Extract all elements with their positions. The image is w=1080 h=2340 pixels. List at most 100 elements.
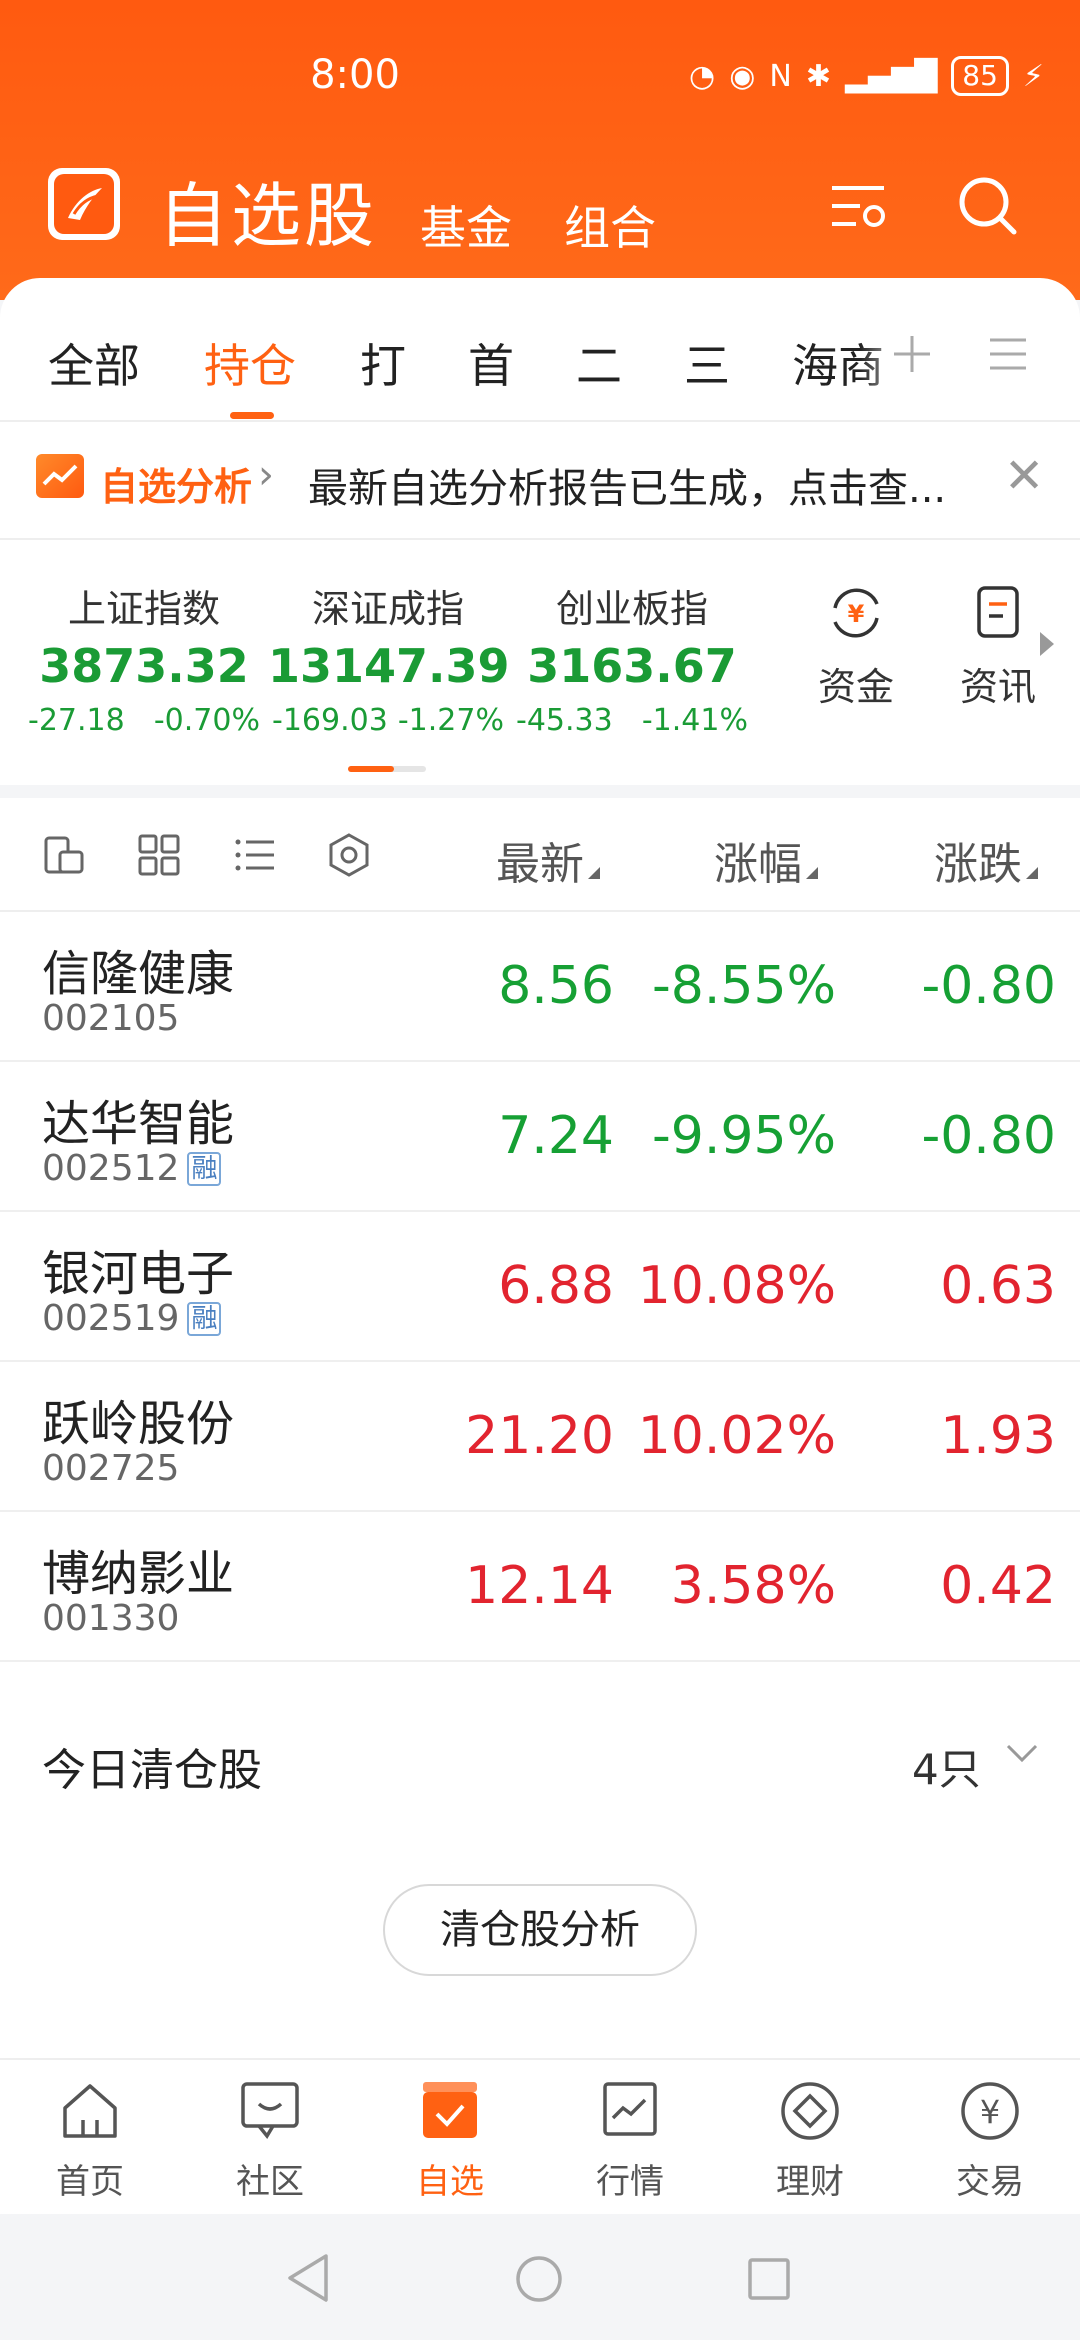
scroll-right-icon[interactable] bbox=[1040, 632, 1054, 656]
scroll-indicator bbox=[348, 766, 426, 772]
stock-price: 8.56 bbox=[498, 956, 614, 1016]
app-logo[interactable] bbox=[48, 168, 120, 240]
active-tab-indicator bbox=[230, 412, 274, 419]
quick-link-label: 资讯 bbox=[959, 665, 1036, 709]
banner-label: 自选分析 bbox=[100, 465, 253, 509]
stock-code: 001330 bbox=[42, 1598, 180, 1639]
section-gap bbox=[0, 785, 1080, 798]
nav-wealth[interactable]: 理财 bbox=[720, 2078, 900, 2203]
stock-code: 002512 融 bbox=[42, 1148, 222, 1189]
nav-home[interactable]: 首页 bbox=[0, 2078, 180, 2203]
trend-chart-icon bbox=[36, 454, 84, 498]
back-icon[interactable] bbox=[284, 2252, 332, 2304]
stock-name: 银河电子 bbox=[42, 1246, 235, 1302]
stock-price: 21.20 bbox=[465, 1406, 614, 1466]
list-header: 最新 涨幅 涨跌 bbox=[0, 798, 1080, 912]
group-tabs: 全部 持仓 打 首 二 三 海商 bbox=[0, 278, 1080, 420]
stock-name: 跃岭股份 bbox=[42, 1396, 235, 1452]
index-value: 3163.67 bbox=[527, 639, 737, 693]
stock-change: 0.63 bbox=[940, 1256, 1056, 1316]
search-icon[interactable] bbox=[956, 174, 1020, 238]
page-title[interactable]: 自选股 bbox=[158, 160, 377, 261]
index-card-shenzhen[interactable]: 深证成指 13147.39 -169.03 -1.27% bbox=[268, 578, 510, 738]
diamond-icon bbox=[781, 2082, 839, 2140]
index-card-chinext[interactable]: 创业板指 3163.67 -45.33 -1.41% bbox=[512, 578, 752, 738]
recents-icon[interactable] bbox=[746, 2256, 792, 2302]
tab-portfolio[interactable]: 组合 bbox=[564, 192, 656, 258]
eye-icon: ◉ bbox=[729, 58, 756, 94]
stock-list: 最新 涨幅 涨跌 信隆健康 002105 8.56 -8.55% -0.80 达华智能 00… bbox=[0, 798, 1080, 1662]
stock-pct: -9.95% bbox=[652, 1106, 836, 1166]
group-tab-holdings[interactable]: 持仓 bbox=[204, 330, 296, 396]
stock-price: 12.14 bbox=[465, 1556, 614, 1616]
banner-text: 最新自选分析报告已生成，点击查... bbox=[308, 466, 947, 512]
stock-change: -0.80 bbox=[921, 956, 1056, 1016]
yuan-refresh-icon: ¥ bbox=[833, 588, 879, 638]
nav-label: 交易 bbox=[956, 2162, 1024, 2202]
market-indices: 上证指数 3873.32 -27.18 -0.70% 深证成指 13147.39 … bbox=[0, 540, 1080, 785]
chart-icon bbox=[603, 2082, 657, 2136]
nfc-icon: N bbox=[769, 58, 792, 94]
quick-link-label: 资金 bbox=[817, 665, 894, 709]
signal-icon: ▂▄▆█ bbox=[844, 58, 938, 94]
nav-label: 行情 bbox=[596, 2162, 664, 2202]
group-tab-all[interactable]: 全部 bbox=[48, 330, 140, 396]
nav-trade[interactable]: ¥ 交易 bbox=[900, 2078, 1080, 2203]
menu-icon[interactable] bbox=[988, 334, 1028, 374]
nav-market[interactable]: 行情 bbox=[540, 2078, 720, 2203]
list-view-icon[interactable] bbox=[232, 832, 278, 878]
add-group-icon[interactable] bbox=[890, 332, 934, 376]
table-row[interactable]: 跃岭股份 002725 21.20 10.02% 1.93 bbox=[0, 1362, 1080, 1512]
close-icon[interactable]: ✕ bbox=[1004, 448, 1044, 504]
table-row[interactable]: 信隆健康 002105 8.56 -8.55% -0.80 bbox=[0, 912, 1080, 1062]
margin-badge: 融 bbox=[187, 1301, 222, 1336]
tab-fund[interactable]: 基金 bbox=[420, 192, 512, 258]
nav-community[interactable]: 社区 bbox=[180, 2078, 360, 2203]
grid-view-icon[interactable] bbox=[136, 832, 182, 878]
table-row[interactable]: 银河电子 002519 融 6.88 10.08% 0.63 bbox=[0, 1212, 1080, 1362]
stock-name: 达华智能 bbox=[42, 1096, 235, 1152]
table-row[interactable]: 博纳影业 001330 12.14 3.58% 0.42 bbox=[0, 1512, 1080, 1662]
cleared-stocks-row[interactable]: 今日清仓股 4只 bbox=[0, 1688, 1080, 1836]
group-tab-san[interactable]: 三 bbox=[684, 330, 730, 396]
stock-change: 1.93 bbox=[940, 1406, 1056, 1466]
quick-link-capital[interactable]: ¥ 资金 bbox=[796, 584, 916, 711]
home-circle-icon[interactable] bbox=[514, 2254, 564, 2304]
stock-change: -0.80 bbox=[921, 1106, 1056, 1166]
document-icon bbox=[977, 586, 1019, 638]
column-header-pct[interactable]: 涨幅 bbox=[714, 828, 818, 892]
index-change: -45.33 -1.41% bbox=[516, 703, 748, 738]
index-change: -169.03 -1.27% bbox=[272, 703, 504, 738]
bottom-nav: 首页 社区 自选 行情 理财 ¥ 交易 bbox=[0, 2058, 1080, 2214]
nav-label: 自选 bbox=[416, 2162, 484, 2202]
yuan-circle-icon: ¥ bbox=[961, 2082, 1019, 2140]
column-header-change[interactable]: 涨跌 bbox=[934, 828, 1038, 892]
cleared-analysis-button[interactable]: 清仓股分析 bbox=[383, 1884, 697, 1976]
battery-icon: 85 bbox=[951, 56, 1009, 96]
index-name: 深证成指 bbox=[311, 587, 464, 631]
stock-code: 002725 bbox=[42, 1448, 180, 1489]
cleared-label: 今日清仓股 bbox=[42, 1745, 262, 1796]
charging-icon: ⚡ bbox=[1022, 58, 1044, 94]
index-card-shanghai[interactable]: 上证指数 3873.32 -27.18 -0.70% bbox=[24, 578, 264, 738]
index-value: 13147.39 bbox=[268, 639, 510, 693]
stock-price: 6.88 bbox=[498, 1256, 614, 1316]
list-settings-icon[interactable] bbox=[826, 174, 890, 238]
stock-pct: 10.08% bbox=[637, 1256, 836, 1316]
margin-badge: 融 bbox=[187, 1151, 222, 1186]
group-tab-da[interactable]: 打 bbox=[360, 330, 406, 396]
stock-change: 0.42 bbox=[940, 1556, 1056, 1616]
column-header-latest[interactable]: 最新 bbox=[496, 828, 600, 892]
card-view-icon[interactable] bbox=[42, 832, 88, 878]
group-tab-er[interactable]: 二 bbox=[576, 330, 622, 396]
nav-watchlist[interactable]: 自选 bbox=[360, 2078, 540, 2203]
hexagon-settings-icon[interactable] bbox=[326, 832, 372, 878]
group-tab-shou[interactable]: 首 bbox=[468, 330, 514, 396]
home-icon bbox=[63, 2084, 117, 2138]
analysis-banner[interactable]: 自选分析 › 最新自选分析报告已生成，点击查... ✕ bbox=[0, 422, 1080, 538]
chevron-down-icon[interactable] bbox=[1002, 1732, 1042, 1772]
status-icons: ◔ ◉ N ✱ ▂▄▆█ 85 ⚡ bbox=[689, 56, 1044, 96]
stock-pct: 3.58% bbox=[670, 1556, 836, 1616]
table-row[interactable]: 达华智能 002512 融 7.24 -9.95% -0.80 bbox=[0, 1062, 1080, 1212]
chat-icon bbox=[241, 2082, 299, 2140]
